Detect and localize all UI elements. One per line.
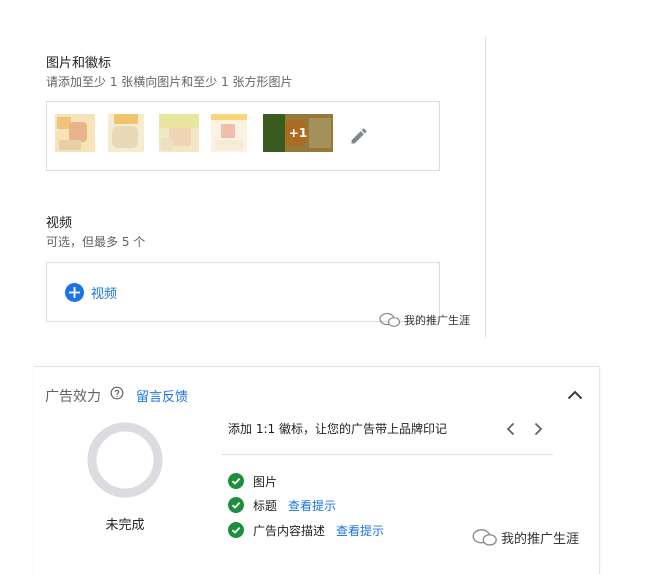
watermark-text: 我的推广生涯 <box>404 314 470 327</box>
collapse-chevron-up-icon[interactable] <box>567 389 583 401</box>
form-column-divider <box>485 36 486 338</box>
tip-divider <box>222 454 553 455</box>
images-box[interactable]: +1 <box>46 101 440 171</box>
watermark-text: 我的推广生涯 <box>501 532 580 547</box>
feedback-link[interactable]: 留言反馈 <box>136 386 188 405</box>
ad-strength-ring <box>87 422 163 498</box>
image-thumbnail[interactable] <box>108 114 144 152</box>
watermark: 我的推广生涯 <box>472 528 579 547</box>
image-thumbnail[interactable] <box>211 114 247 152</box>
images-section-subtitle: 请添加至少 1 张横向图片和至少 1 张方形图片 <box>46 75 293 89</box>
checklist-item-images: 图片 <box>228 472 277 490</box>
add-icon <box>65 282 84 302</box>
chevron-right-icon[interactable] <box>531 421 545 437</box>
check-circle-icon <box>228 522 244 538</box>
check-circle-icon <box>228 473 244 489</box>
view-tips-link[interactable]: 查看提示 <box>288 497 336 514</box>
watermark: 我的推广生涯 <box>379 312 470 328</box>
ad-strength-status: 未完成 <box>105 518 145 533</box>
checklist-label: 广告内容描述 <box>253 523 326 538</box>
edit-pencil-icon[interactable] <box>349 126 369 146</box>
video-section-subtitle: 可选，但最多 5 个 <box>46 235 146 249</box>
check-circle-icon <box>228 497 244 513</box>
ad-strength-tip: 添加 1:1 徽标，让您的广告带上品牌印记 <box>228 422 447 436</box>
wechat-icon <box>472 529 497 546</box>
images-section-title: 图片和徽标 <box>46 56 112 71</box>
wechat-icon <box>379 313 401 327</box>
add-video-label: 视频 <box>91 286 118 302</box>
more-images-count: +1 <box>263 114 333 152</box>
checklist-item-headlines: 标题 查看提示 <box>228 496 336 514</box>
checklist-label: 标题 <box>253 498 278 513</box>
help-icon[interactable] <box>110 386 124 400</box>
image-thumbnail-more[interactable]: +1 <box>263 114 333 152</box>
ad-strength-title: 广告效力 <box>45 389 101 405</box>
checklist-label: 图片 <box>253 474 278 489</box>
image-thumbnail[interactable] <box>159 114 199 152</box>
checklist-item-descriptions: 广告内容描述 查看提示 <box>228 521 384 539</box>
view-tips-link[interactable]: 查看提示 <box>336 522 384 539</box>
add-video-button[interactable]: 视频 <box>65 281 117 303</box>
video-section-title: 视频 <box>46 216 73 231</box>
chevron-left-icon[interactable] <box>504 421 518 437</box>
image-thumbnail[interactable] <box>55 114 95 152</box>
